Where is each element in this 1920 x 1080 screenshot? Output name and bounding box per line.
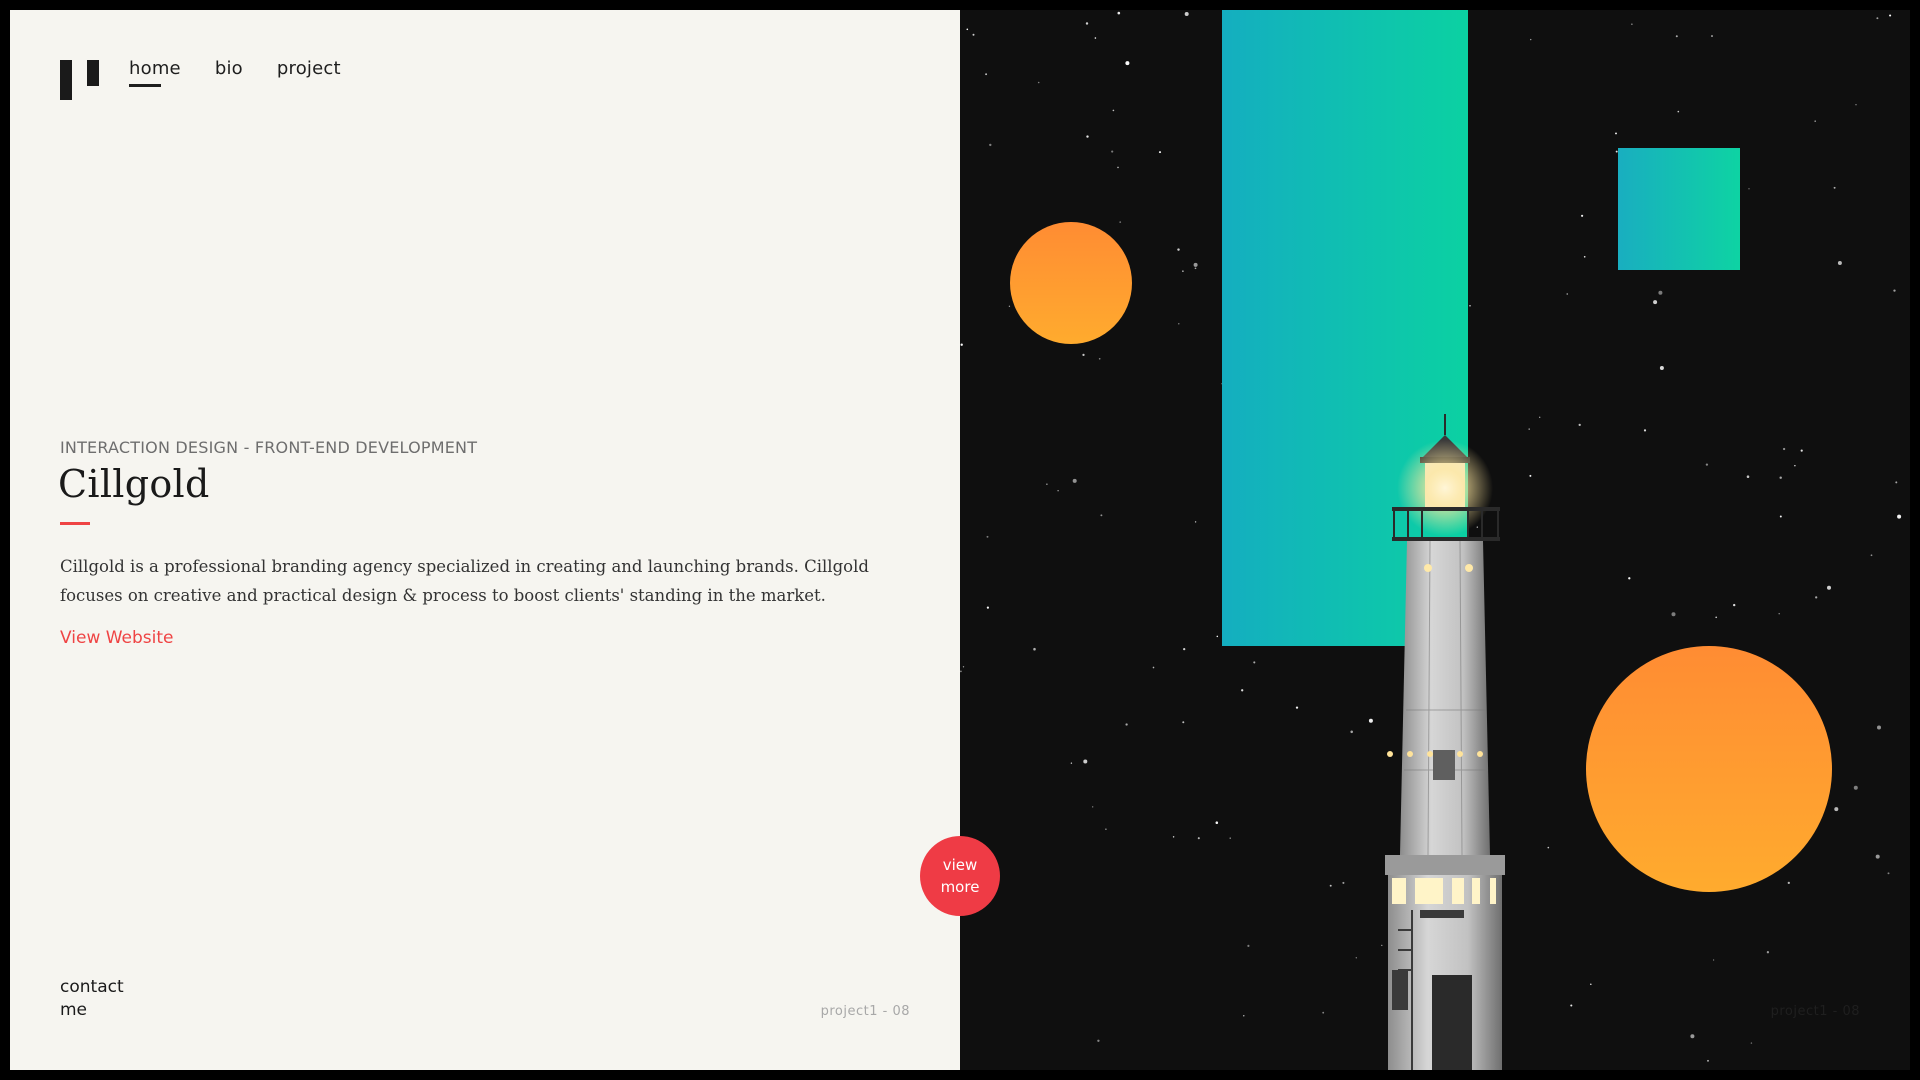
- contact-me-link[interactable]: contact me: [60, 976, 140, 1022]
- project-info-panel: home bio project INTERACTION DESIGN - FR…: [10, 10, 960, 1070]
- nav-item-project[interactable]: project: [277, 58, 341, 79]
- nav-item-bio[interactable]: bio: [215, 58, 243, 79]
- view-more-button[interactable]: view more: [920, 836, 1000, 916]
- project-counter-dark: project1 - 08: [1770, 1004, 1860, 1019]
- project-description: Cillgold is a professional branding agen…: [60, 557, 869, 605]
- view-website-link[interactable]: View Website: [60, 628, 174, 648]
- nav-item-home[interactable]: home: [129, 58, 181, 87]
- logo-bar-right: [87, 60, 99, 86]
- title-underline: [60, 522, 90, 525]
- project-counter: project1 - 08: [820, 1004, 910, 1019]
- main-nav: home bio project: [129, 58, 341, 87]
- project-category: INTERACTION DESIGN - FRONT-END DEVELOPME…: [60, 438, 478, 457]
- project-title: Cillgold: [58, 462, 210, 506]
- lighthouse-illustration: [1385, 414, 1505, 1070]
- page-frame: home bio project INTERACTION DESIGN - FR…: [10, 10, 1910, 1070]
- logo-mark-icon[interactable]: [60, 60, 102, 102]
- project-artwork-panel: project1 - 08: [960, 10, 1910, 1070]
- view-more-label: view more: [940, 856, 980, 896]
- logo-bar-left: [60, 60, 72, 100]
